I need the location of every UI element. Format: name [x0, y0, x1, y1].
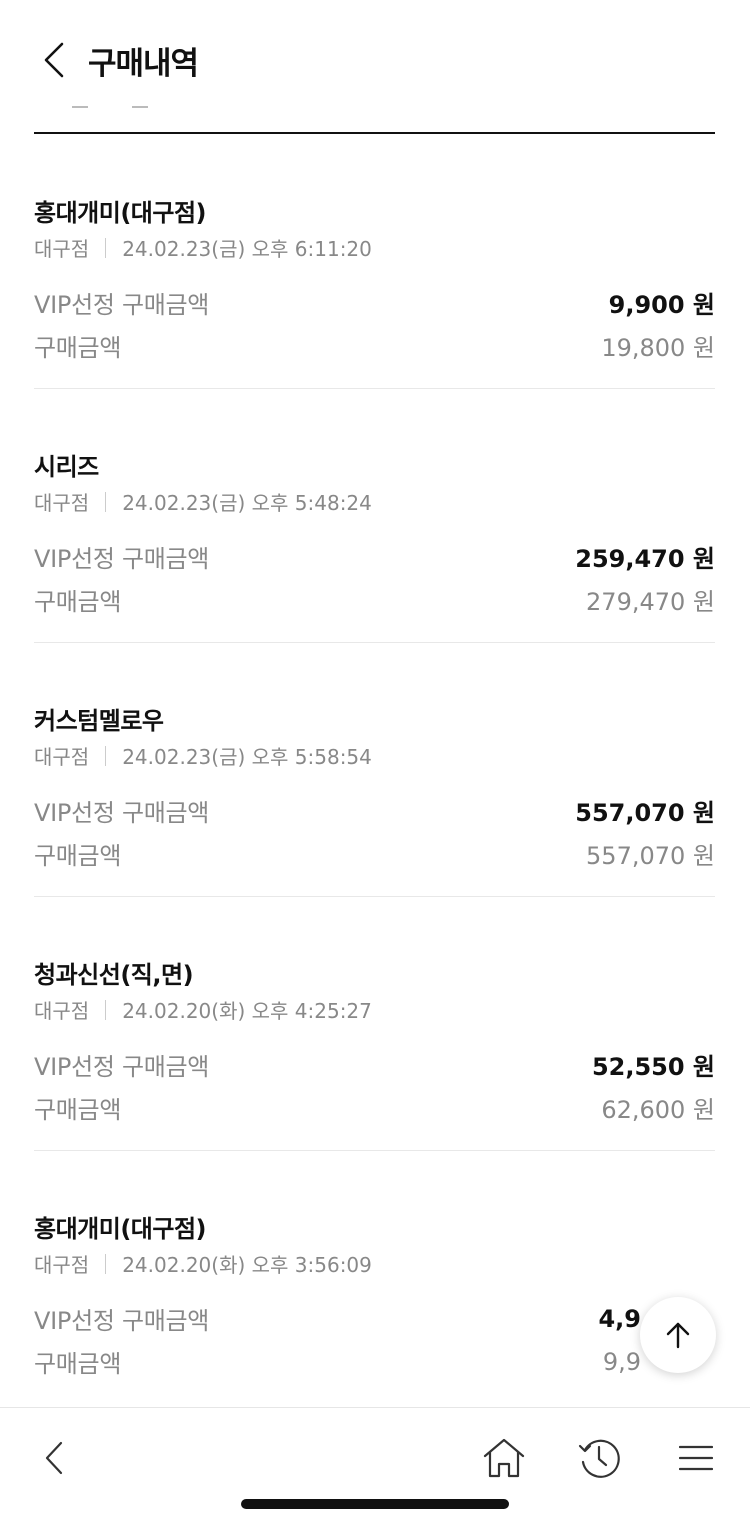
vip-amount-value: 4,9: [598, 1304, 641, 1333]
purchase-datetime: 24.02.23(금) 오후 5:58:54: [122, 745, 372, 769]
branch-name: 대구점: [34, 491, 90, 515]
vip-amount-value: 9,900 원: [608, 291, 715, 319]
scroll-to-top-button[interactable]: [640, 1297, 716, 1373]
purchase-datetime: 24.02.20(화) 오후 4:25:27: [122, 999, 372, 1023]
arrow-up-icon: [666, 1322, 690, 1349]
store-name: 홍대개미(대구점): [34, 1215, 207, 1243]
vip-amount-label: VIP선정 구매금액: [34, 1307, 210, 1335]
purchase-amount-value: 557,070 원: [586, 842, 715, 870]
purchase-amount-value: 19,800 원: [601, 334, 715, 362]
bottom-toolbar: [0, 1407, 750, 1525]
purchase-item[interactable]: 홍대개미(대구점) 대구점 24.02.20(화) 오후 3:56:09 VIP…: [34, 1151, 715, 1405]
home-indicator: [241, 1499, 509, 1509]
purchase-amount-label: 구매금액: [34, 334, 122, 362]
vip-amount-row: VIP선정 구매금액 557,070 원: [34, 793, 715, 828]
vip-amount-row: VIP선정 구매금액 4,9: [34, 1301, 715, 1336]
vip-amount-row: VIP선정 구매금액 259,470 원: [34, 539, 715, 574]
header: 구매내역: [0, 0, 750, 135]
vip-amount-row: VIP선정 구매금액 52,550 원: [34, 1047, 715, 1082]
purchase-item[interactable]: 청과신선(직,면) 대구점 24.02.20(화) 오후 4:25:27 VIP…: [34, 897, 715, 1151]
purchase-amount-label: 구매금액: [34, 842, 122, 870]
purchase-meta: 대구점 24.02.23(금) 오후 5:48:24: [34, 487, 372, 516]
vip-amount-value: 557,070 원: [575, 799, 715, 827]
branch-name: 대구점: [34, 999, 90, 1023]
branch-name: 대구점: [34, 237, 90, 261]
nav-history-button[interactable]: [569, 1428, 629, 1488]
store-name: 청과신선(직,면): [34, 961, 194, 989]
purchase-amount-label: 구매금액: [34, 588, 122, 616]
nav-home-button[interactable]: [474, 1428, 534, 1488]
store-name: 홍대개미(대구점): [34, 199, 207, 227]
purchase-item[interactable]: 시리즈 대구점 24.02.23(금) 오후 5:48:24 VIP선정 구매금…: [34, 389, 715, 643]
purchase-amount-value: 62,600 원: [601, 1096, 715, 1124]
home-icon: [483, 1438, 525, 1478]
purchase-amount-label: 구매금액: [34, 1096, 122, 1124]
store-name: 시리즈: [34, 453, 99, 481]
purchase-amount-row: 구매금액 62,600 원: [34, 1090, 715, 1125]
purchase-meta: 대구점 24.02.23(금) 오후 6:11:20: [34, 233, 372, 262]
header-divider: [34, 132, 715, 134]
nav-back-button[interactable]: [24, 1428, 84, 1488]
meta-divider: [105, 491, 107, 512]
chevron-left-icon: [45, 1441, 63, 1475]
tab-indicator-dash: [72, 106, 88, 108]
chevron-left-icon: [44, 42, 64, 78]
store-name: 커스텀멜로우: [34, 707, 164, 735]
meta-divider: [105, 237, 107, 258]
vip-amount-value: 259,470 원: [575, 545, 715, 573]
purchase-list: 홍대개미(대구점) 대구점 24.02.23(금) 오후 6:11:20 VIP…: [34, 135, 715, 1405]
meta-divider: [105, 1253, 107, 1274]
branch-name: 대구점: [34, 745, 90, 769]
nav-menu-button[interactable]: [666, 1428, 726, 1488]
purchase-item[interactable]: 커스텀멜로우 대구점 24.02.23(금) 오후 5:58:54 VIP선정 …: [34, 643, 715, 897]
purchase-amount-row: 구매금액 19,800 원: [34, 328, 715, 363]
purchase-amount-row: 구매금액 9,9: [34, 1344, 715, 1379]
purchase-datetime: 24.02.23(금) 오후 5:48:24: [122, 491, 372, 515]
meta-divider: [105, 999, 107, 1020]
purchase-meta: 대구점 24.02.20(화) 오후 4:25:27: [34, 995, 372, 1024]
vip-amount-label: VIP선정 구매금액: [34, 545, 210, 573]
purchase-amount-row: 구매금액 557,070 원: [34, 836, 715, 871]
purchase-amount-row: 구매금액 279,470 원: [34, 582, 715, 617]
purchase-datetime: 24.02.20(화) 오후 3:56:09: [122, 1253, 372, 1277]
meta-divider: [105, 745, 107, 766]
vip-amount-label: VIP선정 구매금액: [34, 291, 210, 319]
branch-name: 대구점: [34, 1253, 90, 1277]
purchase-amount-value: 9,9: [602, 1347, 641, 1376]
purchase-item[interactable]: 홍대개미(대구점) 대구점 24.02.23(금) 오후 6:11:20 VIP…: [34, 135, 715, 389]
vip-amount-row: VIP선정 구매금액 9,900 원: [34, 285, 715, 320]
page-title: 구매내역: [88, 46, 199, 82]
vip-amount-label: VIP선정 구매금액: [34, 1053, 210, 1081]
tab-strip: [34, 98, 715, 134]
purchase-meta: 대구점 24.02.23(금) 오후 5:58:54: [34, 741, 372, 770]
history-icon: [578, 1439, 620, 1478]
back-button[interactable]: [34, 38, 74, 82]
purchase-amount-label: 구매금액: [34, 1350, 122, 1378]
tab-indicator-dash: [132, 106, 148, 108]
menu-icon: [679, 1445, 713, 1471]
purchase-amount-value: 279,470 원: [586, 588, 715, 616]
vip-amount-value: 52,550 원: [591, 1053, 715, 1081]
purchase-meta: 대구점 24.02.20(화) 오후 3:56:09: [34, 1249, 372, 1278]
vip-amount-label: VIP선정 구매금액: [34, 799, 210, 827]
purchase-datetime: 24.02.23(금) 오후 6:11:20: [122, 237, 372, 261]
